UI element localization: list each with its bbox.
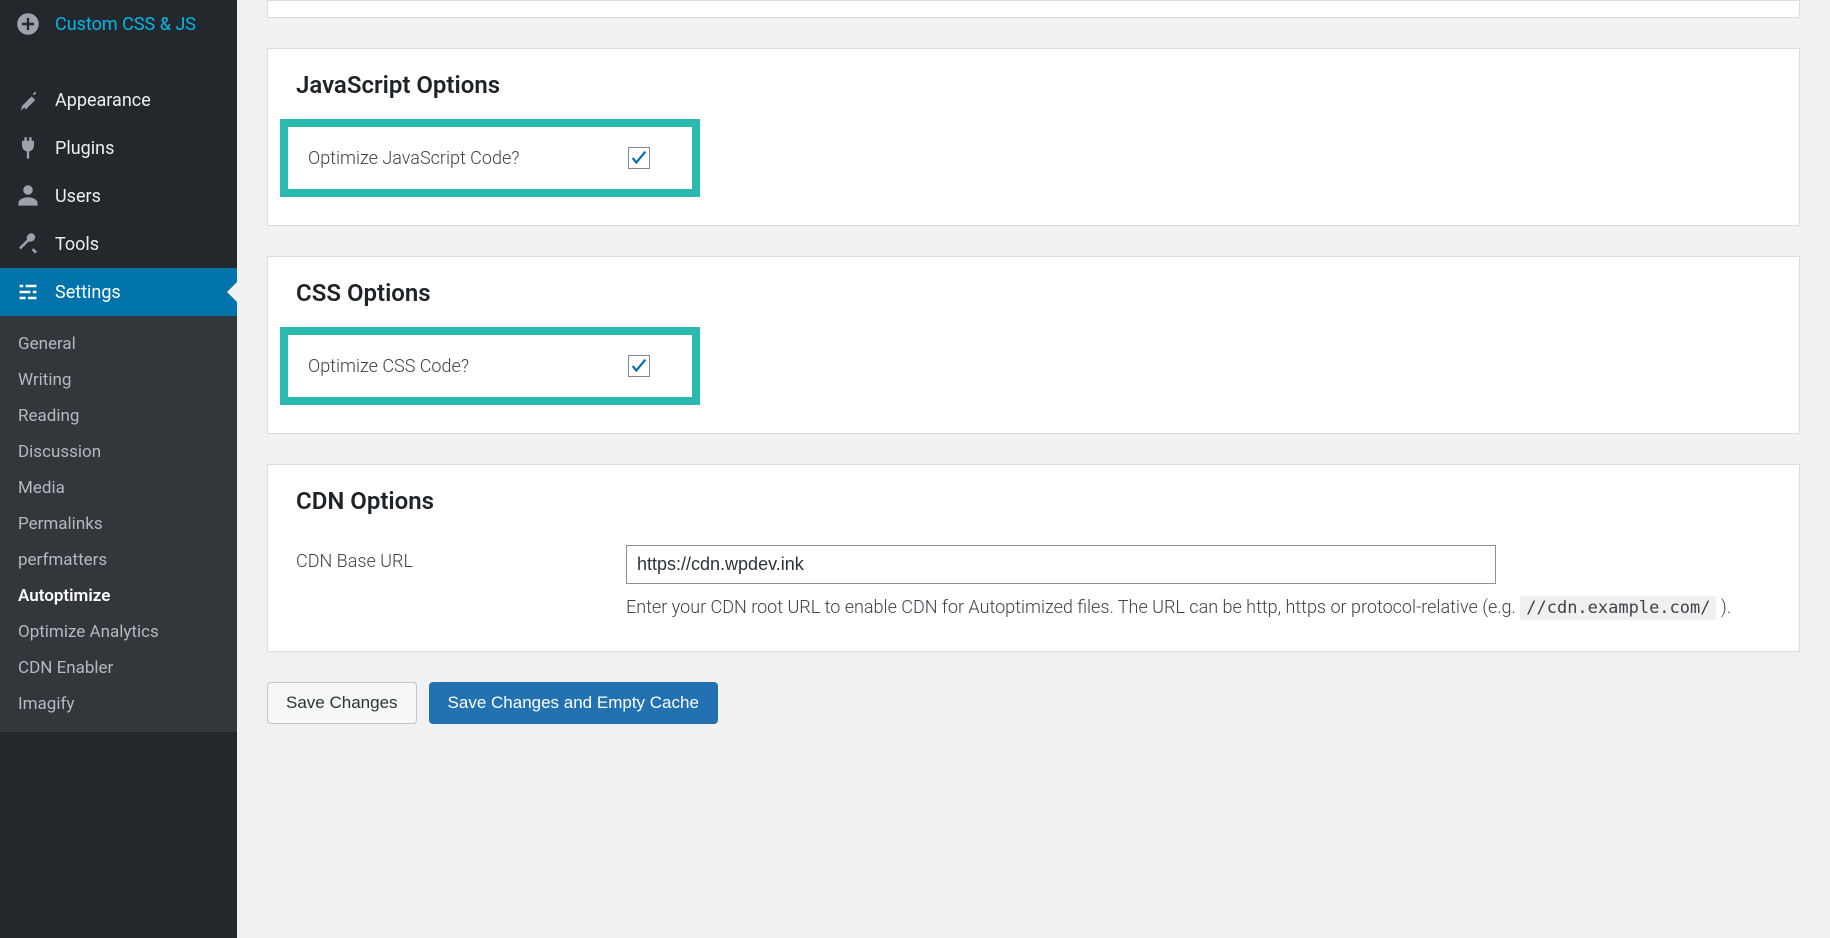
user-icon — [15, 183, 41, 209]
section-title-js: JavaScript Options — [296, 71, 1771, 99]
plus-circle-icon — [15, 11, 41, 37]
submenu-item-perfmatters[interactable]: perfmatters — [0, 542, 237, 578]
sidebar-item-label: Plugins — [55, 138, 114, 159]
submenu-item-reading[interactable]: Reading — [0, 398, 237, 434]
check-icon — [630, 357, 648, 375]
submenu-item-cdn-enabler[interactable]: CDN Enabler — [0, 650, 237, 686]
sidebar-item-appearance[interactable]: Appearance — [0, 76, 237, 124]
sidebar-item-custom-css-js[interactable]: Custom CSS & JS — [0, 0, 237, 48]
optimize-js-label: Optimize JavaScript Code? — [308, 148, 628, 169]
section-title-cdn: CDN Options — [296, 487, 1771, 515]
settings-submenu: General Writing Reading Discussion Media… — [0, 316, 237, 732]
save-changes-button[interactable]: Save Changes — [267, 682, 417, 724]
submenu-item-writing[interactable]: Writing — [0, 362, 237, 398]
sidebar-item-label: Settings — [55, 282, 121, 303]
cdn-options-card: CDN Options CDN Base URL Enter your CDN … — [267, 464, 1800, 652]
main-content: JavaScript Options Optimize JavaScript C… — [237, 0, 1830, 938]
cdn-base-url-label: CDN Base URL — [296, 545, 626, 572]
check-icon — [630, 149, 648, 167]
optimize-css-row: Optimize CSS Code? — [280, 327, 700, 405]
section-title-css: CSS Options — [296, 279, 1771, 307]
sidebar-item-users[interactable]: Users — [0, 172, 237, 220]
sidebar-item-settings[interactable]: Settings — [0, 268, 237, 316]
css-options-card: CSS Options Optimize CSS Code? — [267, 256, 1800, 434]
top-card-fragment — [267, 0, 1800, 18]
sidebar-item-tools[interactable]: Tools — [0, 220, 237, 268]
sidebar-item-label: Custom CSS & JS — [55, 14, 196, 35]
sidebar-item-label: Users — [55, 186, 101, 207]
cdn-base-url-description: Enter your CDN root URL to enable CDN fo… — [626, 594, 1771, 623]
submenu-item-general[interactable]: General — [0, 326, 237, 362]
cdn-base-url-row: CDN Base URL Enter your CDN root URL to … — [296, 533, 1771, 623]
admin-sidebar: Custom CSS & JS Appearance Plugins Users — [0, 0, 237, 938]
submenu-item-autoptimize[interactable]: Autoptimize — [0, 578, 237, 614]
sidebar-item-label: Appearance — [55, 90, 151, 111]
optimize-js-checkbox[interactable] — [628, 147, 650, 169]
wrench-icon — [15, 231, 41, 257]
submenu-item-optimize-analytics[interactable]: Optimize Analytics — [0, 614, 237, 650]
sliders-icon — [15, 279, 41, 305]
optimize-js-row: Optimize JavaScript Code? — [280, 119, 700, 197]
submenu-item-discussion[interactable]: Discussion — [0, 434, 237, 470]
action-buttons: Save Changes Save Changes and Empty Cach… — [267, 682, 1800, 724]
sidebar-item-label: Tools — [55, 234, 99, 255]
cdn-base-url-input[interactable] — [626, 545, 1496, 584]
code-example: //cdn.example.com/ — [1520, 596, 1716, 620]
submenu-item-imagify[interactable]: Imagify — [0, 686, 237, 722]
sidebar-item-plugins[interactable]: Plugins — [0, 124, 237, 172]
javascript-options-card: JavaScript Options Optimize JavaScript C… — [267, 48, 1800, 226]
submenu-item-media[interactable]: Media — [0, 470, 237, 506]
plug-icon — [15, 135, 41, 161]
optimize-css-checkbox[interactable] — [628, 355, 650, 377]
submenu-item-permalinks[interactable]: Permalinks — [0, 506, 237, 542]
save-empty-cache-button[interactable]: Save Changes and Empty Cache — [429, 682, 718, 724]
brush-icon — [15, 87, 41, 113]
optimize-css-label: Optimize CSS Code? — [308, 356, 628, 377]
